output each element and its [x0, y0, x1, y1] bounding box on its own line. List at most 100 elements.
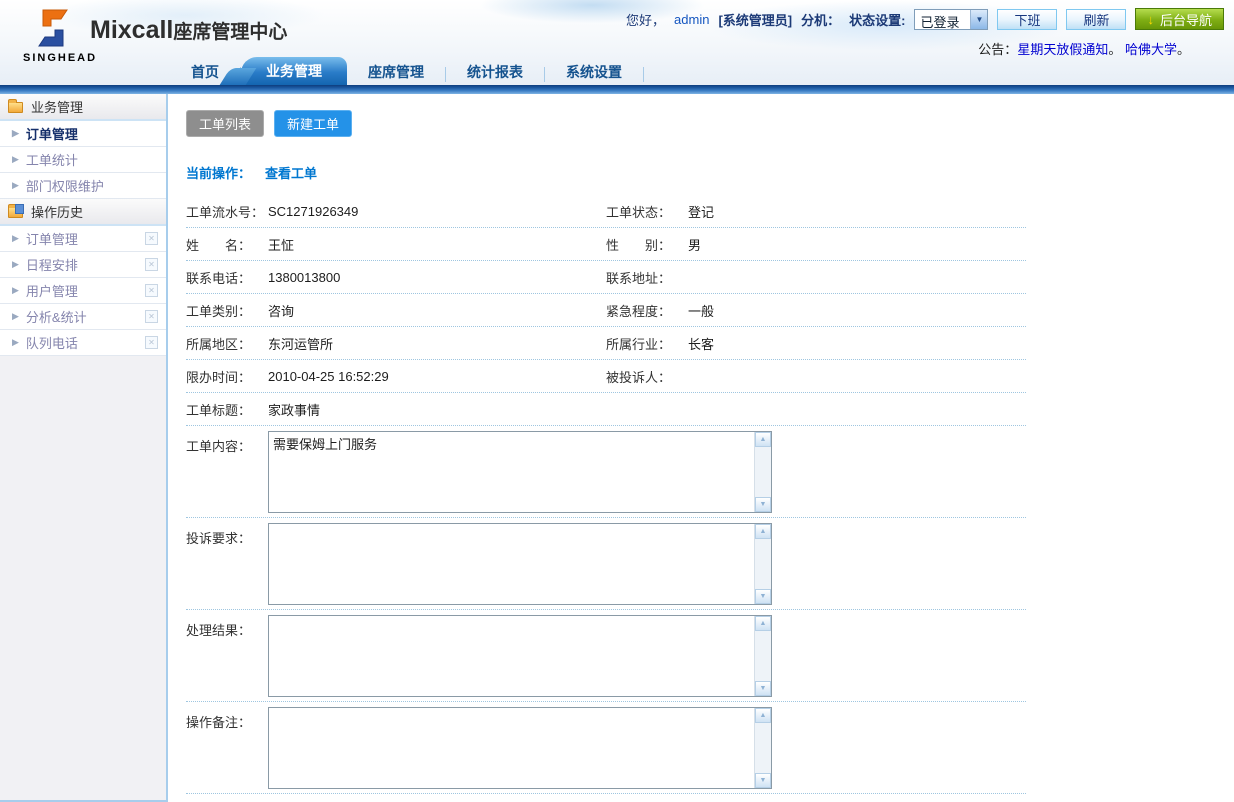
field-label-phone: 联系电话：: [186, 268, 268, 287]
username: admin: [674, 12, 709, 27]
tab-business-management[interactable]: 业务管理: [241, 57, 347, 85]
field-label-remark: 操作备注：: [186, 707, 268, 731]
history-item-user-management[interactable]: ▶ 用户管理 ✕: [0, 278, 166, 304]
history-item-label: 日程安排: [26, 255, 78, 274]
current-operation-label: 当前操作：: [186, 166, 251, 181]
field-label-industry: 所属行业：: [606, 334, 688, 353]
ticket-content-textarea[interactable]: 需要保姆上门服务: [269, 432, 754, 512]
scroll-up-icon[interactable]: ▲: [755, 708, 771, 723]
arrow-bullet-icon: ▶: [12, 259, 19, 270]
toolbar: 工单列表 新建工单: [186, 110, 1234, 137]
form-row-complaint-request: 投诉要求： ▲ ▼: [186, 518, 1026, 610]
field-value-status: 登记: [688, 202, 714, 221]
field-value-serial: SC1271926349: [268, 204, 358, 219]
scroll-up-icon[interactable]: ▲: [755, 432, 771, 447]
greeting-text: 您好，: [626, 10, 665, 29]
form-row-title: 工单标题：家政事情: [186, 393, 1026, 426]
form-row-content: 工单内容： 需要保姆上门服务 ▲ ▼: [186, 426, 1026, 518]
history-folder-icon: [8, 207, 23, 218]
history-item-order-management[interactable]: ▶ 订单管理 ✕: [0, 226, 166, 252]
tab-agent-management[interactable]: 座席管理: [347, 59, 445, 85]
operation-remark-textarea[interactable]: [269, 708, 754, 788]
scrollbar[interactable]: ▲ ▼: [754, 616, 771, 696]
complaint-request-textarea[interactable]: [269, 524, 754, 604]
history-item-analysis-statistics[interactable]: ▶ 分析&统计 ✕: [0, 304, 166, 330]
field-value-gender: 男: [688, 235, 701, 254]
status-select[interactable]: 已登录 ▼: [914, 9, 988, 30]
form-row-phone-address: 联系电话：1380013800 联系地址：: [186, 261, 1026, 294]
remark-textarea-wrap: ▲ ▼: [268, 707, 772, 789]
arrow-bullet-icon: ▶: [12, 311, 19, 322]
announcement-bar: 公告：星期天放假通知。 哈佛大学。: [978, 39, 1190, 58]
header: SINGHEAD Mixcall 座席管理中心 您好， admin [系统管理员…: [0, 0, 1234, 85]
sidebar-item-department-permission[interactable]: ▶ 部门权限维护: [0, 173, 166, 199]
scroll-down-icon[interactable]: ▼: [755, 497, 771, 512]
result-textarea-wrap: ▲ ▼: [268, 615, 772, 697]
off-duty-button[interactable]: 下班: [997, 9, 1057, 30]
tab-separator: [643, 67, 644, 82]
field-label-category: 工单类别：: [186, 301, 268, 320]
close-icon[interactable]: ✕: [145, 336, 158, 349]
scrollbar[interactable]: ▲ ▼: [754, 708, 771, 788]
history-item-schedule[interactable]: ▶ 日程安排 ✕: [0, 252, 166, 278]
announcement-link-harvard[interactable]: 哈佛大学: [1125, 42, 1177, 57]
chevron-down-icon[interactable]: ▼: [970, 10, 987, 29]
sidebar-item-label: 订单管理: [26, 124, 78, 143]
close-icon[interactable]: ✕: [145, 232, 158, 245]
close-icon[interactable]: ✕: [145, 310, 158, 323]
history-item-label: 订单管理: [26, 229, 78, 248]
sidebar-item-ticket-statistics[interactable]: ▶ 工单统计: [0, 147, 166, 173]
form-row-region-industry: 所属地区：东河运管所 所属行业：长客: [186, 327, 1026, 360]
scrollbar[interactable]: ▲ ▼: [754, 524, 771, 604]
close-icon[interactable]: ✕: [145, 258, 158, 271]
field-value-category: 咨询: [268, 301, 294, 320]
field-label-serial: 工单流水号：: [186, 202, 268, 221]
form-row-serial-status: 工单流水号：SC1271926349 工单状态：登记: [186, 195, 1026, 228]
user-bar: 您好， admin [系统管理员] 分机： 状态设置: 已登录 ▼ 下班 刷新 …: [626, 8, 1224, 30]
sidebar-item-order-management[interactable]: ▶ 订单管理: [0, 121, 166, 147]
folder-icon: [8, 102, 23, 113]
refresh-button[interactable]: 刷新: [1066, 9, 1126, 30]
app-title-en: Mixcall: [90, 16, 173, 45]
tab-system-settings[interactable]: 系统设置: [545, 59, 643, 85]
sidebar-section-history: 操作历史: [0, 199, 166, 226]
history-item-label: 分析&统计: [26, 307, 87, 326]
field-label-status: 工单状态：: [606, 202, 688, 221]
field-label-title: 工单标题：: [186, 400, 268, 419]
close-icon[interactable]: ✕: [145, 284, 158, 297]
scroll-down-icon[interactable]: ▼: [755, 681, 771, 696]
field-label-complainee: 被投诉人：: [606, 367, 688, 386]
singhead-logo-icon: [30, 5, 76, 56]
form-row-deadline-complainee: 限办时间：2010-04-25 16:52:29 被投诉人：: [186, 360, 1026, 393]
field-value-deadline: 2010-04-25 16:52:29: [268, 369, 389, 384]
field-label-name: 姓 名：: [186, 235, 268, 254]
sidebar: 业务管理 ▶ 订单管理 ▶ 工单统计 ▶ 部门权限维护 操作历史 ▶ 订单管理 …: [0, 94, 168, 802]
app-title: Mixcall 座席管理中心: [90, 16, 287, 45]
scroll-up-icon[interactable]: ▲: [755, 616, 771, 631]
form-row-name-gender: 姓 名：王怔 性 别：男: [186, 228, 1026, 261]
handle-result-textarea[interactable]: [269, 616, 754, 696]
ticket-list-button[interactable]: 工单列表: [186, 110, 264, 137]
backend-nav-button[interactable]: ↓ 后台导航: [1135, 8, 1224, 30]
scroll-up-icon[interactable]: ▲: [755, 524, 771, 539]
scrollbar[interactable]: ▲ ▼: [754, 432, 771, 512]
current-operation-value: 查看工单: [265, 166, 317, 181]
status-select-value: 已登录: [915, 10, 970, 29]
form-row-category-urgency: 工单类别：咨询 紧急程度：一般: [186, 294, 1026, 327]
ticket-form: 工单流水号：SC1271926349 工单状态：登记 姓 名：王怔 性 别：男 …: [186, 195, 1026, 794]
field-value-urgency: 一般: [688, 301, 714, 320]
field-value-name: 王怔: [268, 235, 294, 254]
announcement-link-holiday[interactable]: 星期天放假通知: [1017, 42, 1108, 57]
sidebar-section-title: 业务管理: [31, 97, 83, 116]
new-ticket-button[interactable]: 新建工单: [274, 110, 352, 137]
header-divider-bar: [0, 85, 1234, 94]
scroll-down-icon[interactable]: ▼: [755, 589, 771, 604]
field-value-industry: 长客: [688, 334, 714, 353]
scroll-down-icon[interactable]: ▼: [755, 773, 771, 788]
tab-statistics-report[interactable]: 统计报表: [446, 59, 544, 85]
history-item-queue-calls[interactable]: ▶ 队列电话 ✕: [0, 330, 166, 356]
arrow-bullet-icon: ▶: [12, 128, 19, 139]
sidebar-item-label: 部门权限维护: [26, 176, 104, 195]
field-label-region: 所属地区：: [186, 334, 268, 353]
history-item-label: 用户管理: [26, 281, 78, 300]
